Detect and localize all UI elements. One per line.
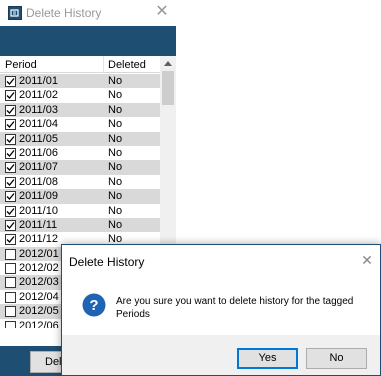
table-row[interactable]: 2011/02 No — [0, 88, 160, 102]
column-header-period[interactable]: Period — [5, 59, 37, 71]
check-icon — [6, 92, 15, 100]
yes-button[interactable]: Yes — [237, 348, 298, 369]
row-checkbox[interactable] — [5, 162, 16, 174]
row-period: 2011/06 — [19, 146, 58, 159]
table-row[interactable]: 2011/06 No — [0, 146, 160, 160]
row-period: 2011/04 — [19, 118, 58, 131]
row-period: 2011/08 — [19, 175, 58, 188]
close-icon[interactable]: ✕ — [152, 2, 172, 22]
table-row[interactable]: 2011/01 No — [0, 74, 160, 89]
row-deleted: No — [108, 132, 123, 145]
table-row[interactable]: 2011/09 No — [0, 189, 160, 204]
dialog-button-area: Yes No — [62, 335, 380, 375]
row-deleted: No — [108, 161, 123, 174]
dialog-title: Delete History — [69, 255, 145, 269]
dialog-close-icon[interactable]: ✕ — [358, 251, 376, 269]
column-divider — [103, 56, 104, 73]
row-deleted: No — [108, 118, 123, 131]
row-deleted: No — [108, 89, 123, 102]
table-row[interactable]: 2011/03 No — [0, 102, 160, 118]
table-row[interactable]: 2011/10 No — [0, 204, 160, 218]
row-deleted: No — [108, 103, 123, 116]
check-icon — [6, 193, 15, 201]
check-icon — [6, 164, 15, 172]
table-row[interactable]: 2011/07 No — [0, 160, 160, 175]
row-checkbox[interactable] — [5, 234, 16, 246]
row-deleted: No — [108, 175, 123, 188]
row-checkbox[interactable] — [5, 104, 16, 116]
window-title: Delete History — [26, 6, 102, 20]
row-deleted: No — [108, 190, 123, 203]
check-icon — [6, 178, 15, 186]
no-button[interactable]: No — [306, 348, 367, 369]
check-icon — [6, 78, 15, 85]
row-deleted: No — [108, 75, 123, 87]
table-row[interactable]: 2011/08 No — [0, 175, 160, 189]
table-row[interactable]: 2011/11 No — [0, 217, 160, 233]
svg-text:?: ? — [89, 297, 98, 314]
check-icon — [6, 135, 15, 143]
row-period: 2012/04 — [19, 290, 59, 303]
table-row[interactable]: 2011/04 No — [0, 117, 160, 131]
row-checkbox[interactable] — [5, 277, 16, 289]
question-icon: ? — [82, 293, 106, 317]
check-icon — [6, 207, 15, 215]
scroll-up-icon[interactable] — [164, 61, 172, 66]
check-icon — [6, 221, 15, 229]
check-icon — [6, 150, 15, 157]
row-period: 2011/11 — [19, 218, 58, 231]
row-checkbox[interactable] — [5, 205, 16, 217]
scroll-thumb[interactable] — [162, 71, 174, 105]
row-deleted: No — [108, 146, 123, 159]
row-deleted: No — [108, 204, 123, 217]
row-checkbox[interactable] — [5, 90, 16, 102]
header-band — [0, 26, 176, 56]
table-row[interactable]: 2011/05 No — [0, 131, 160, 146]
row-period: 2011/12 — [19, 233, 58, 246]
row-checkbox[interactable] — [5, 291, 16, 303]
row-period: 2012/01 — [19, 247, 59, 260]
row-deleted: No — [108, 218, 123, 231]
row-checkbox[interactable] — [5, 191, 16, 203]
row-checkbox[interactable] — [5, 219, 16, 231]
title-bar: Delete History ✕ — [0, 0, 176, 26]
grid-header: Period Deleted — [0, 56, 160, 73]
row-checkbox[interactable] — [5, 133, 16, 145]
row-period: 2011/10 — [19, 204, 58, 217]
row-period: 2011/01 — [19, 75, 58, 87]
confirm-dialog: Delete History ✕ ? Are you sure you want… — [61, 244, 381, 376]
row-checkbox[interactable] — [5, 176, 16, 188]
row-checkbox[interactable] — [5, 320, 16, 328]
row-checkbox[interactable] — [5, 76, 16, 87]
row-period: 2011/03 — [19, 103, 58, 116]
row-checkbox[interactable] — [5, 147, 16, 159]
check-icon — [6, 106, 15, 114]
row-period: 2012/06 — [19, 319, 59, 328]
check-icon — [6, 236, 15, 244]
row-period: 2012/03 — [19, 276, 59, 289]
row-period: 2012/02 — [19, 262, 59, 275]
screen: Delete History ✕ Period Deleted 2011/01 N… — [0, 0, 381, 376]
row-checkbox[interactable] — [5, 306, 16, 318]
app-icon — [8, 6, 22, 20]
row-period: 2012/05 — [19, 305, 59, 318]
row-period: 2011/02 — [19, 89, 58, 102]
row-period: 2011/09 — [19, 190, 58, 203]
row-period: 2011/05 — [19, 132, 58, 145]
row-checkbox[interactable] — [5, 119, 16, 131]
row-checkbox[interactable] — [5, 263, 16, 275]
row-checkbox[interactable] — [5, 248, 16, 260]
row-period: 2011/07 — [19, 161, 58, 174]
check-icon — [6, 121, 15, 129]
dialog-message: Are you sure you want to delete history … — [116, 296, 354, 320]
column-header-deleted[interactable]: Deleted — [108, 59, 146, 71]
